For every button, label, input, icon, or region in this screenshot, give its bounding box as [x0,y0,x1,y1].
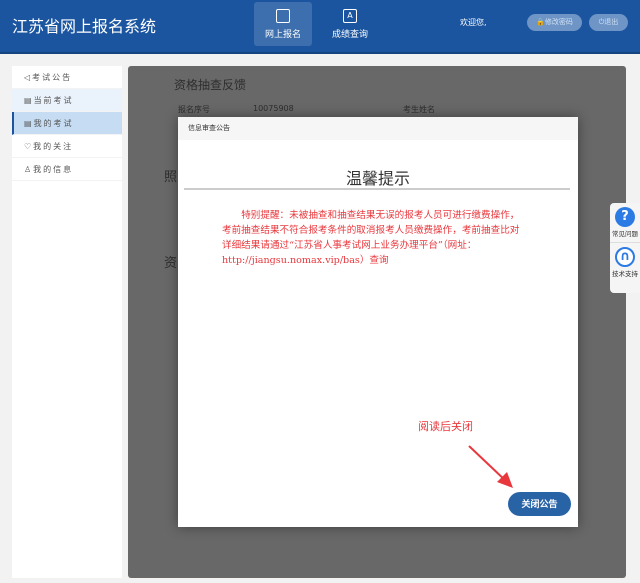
heart-icon: ♡ [24,142,34,151]
app-title: 江苏省网上报名系统 [12,17,157,36]
field-label: 考生姓名 [403,105,435,114]
list-icon: ▤ [24,119,34,128]
faq-label: 常见问题 [612,230,638,238]
annotation-text: 阅读后关闭 [418,420,473,433]
sidebar-item-my-follows[interactable]: ♡我的关注 [12,135,122,158]
notice-text: 特别提醒：未被抽查和抽查结果无误的报考人员可进行缴费操作，考前抽查结果不符合报考… [222,210,520,266]
welcome-text: 欢迎您, [460,18,487,27]
divider [184,188,570,190]
field-value: 10075908 [253,104,294,113]
item-label: 我的考试 [33,119,74,128]
support-button[interactable]: ∩ 技术支持 [610,242,640,278]
edit-icon: ▤ [24,96,34,105]
sidebar-item-my-info[interactable]: ♙我的信息 [12,158,122,181]
item-label: 当前考试 [33,96,74,105]
section-title: 资格抽查反馈 [174,78,247,92]
nav-online-registration[interactable]: 网上报名 [254,2,312,46]
sidebar-item-current-exam[interactable]: ▤当前考试 [12,89,122,112]
nav-label: 成绩查询 [331,30,368,40]
item-label: 我的关注 [33,142,74,151]
section-title: 照 [164,170,178,185]
notice-modal: 信息审查公告 温馨提示 特别提醒：未被抽查和抽查结果无误的报考人员可进行缴费操作… [178,117,578,527]
red-arrow-annotation [468,445,513,488]
item-label: 我的信息 [33,165,74,174]
button-label: 修改密码 [544,18,573,26]
sidebar-item-exam-notice[interactable]: ◁考试公告 [12,66,122,89]
user-icon: ♙ [24,165,34,174]
floating-help-panel: ? 常见问题 ∩ 技术支持 [610,203,640,293]
question-icon: ? [615,207,635,227]
sidebar-item-my-exams[interactable]: ▤我的考试 [12,112,122,135]
document-grade-icon: A [343,9,357,23]
lock-icon: 🔒 [536,18,545,26]
sidebar: ◁考试公告 ▤当前考试 ▤我的考试 ♡我的关注 ♙我的信息 [12,66,122,578]
support-label: 技术支持 [612,270,638,278]
change-password-button[interactable]: 🔒修改密码 [527,14,582,31]
monitor-icon [276,9,290,23]
logout-button[interactable]: ⏻退出 [589,14,628,31]
speaker-icon: ◁ [24,73,33,82]
button-label: 退出 [604,18,619,26]
top-header: 江苏省网上报名系统 网上报名 A 成绩查询 欢迎您, 🔒修改密码 ⏻退出 [0,0,640,54]
nav-label: 网上报名 [264,30,301,40]
modal-header: 信息审查公告 [178,117,578,140]
modal-title: 温馨提示 [345,169,410,188]
section-title: 资 [164,256,178,271]
nav-score-query[interactable]: A 成绩查询 [321,2,379,46]
field-label: 报名序号 [178,105,210,114]
headset-icon: ∩ [615,247,635,267]
faq-button[interactable]: ? 常见问题 [610,207,640,238]
close-notice-button[interactable]: 关闭公告 [508,492,571,516]
item-label: 考试公告 [32,73,73,82]
